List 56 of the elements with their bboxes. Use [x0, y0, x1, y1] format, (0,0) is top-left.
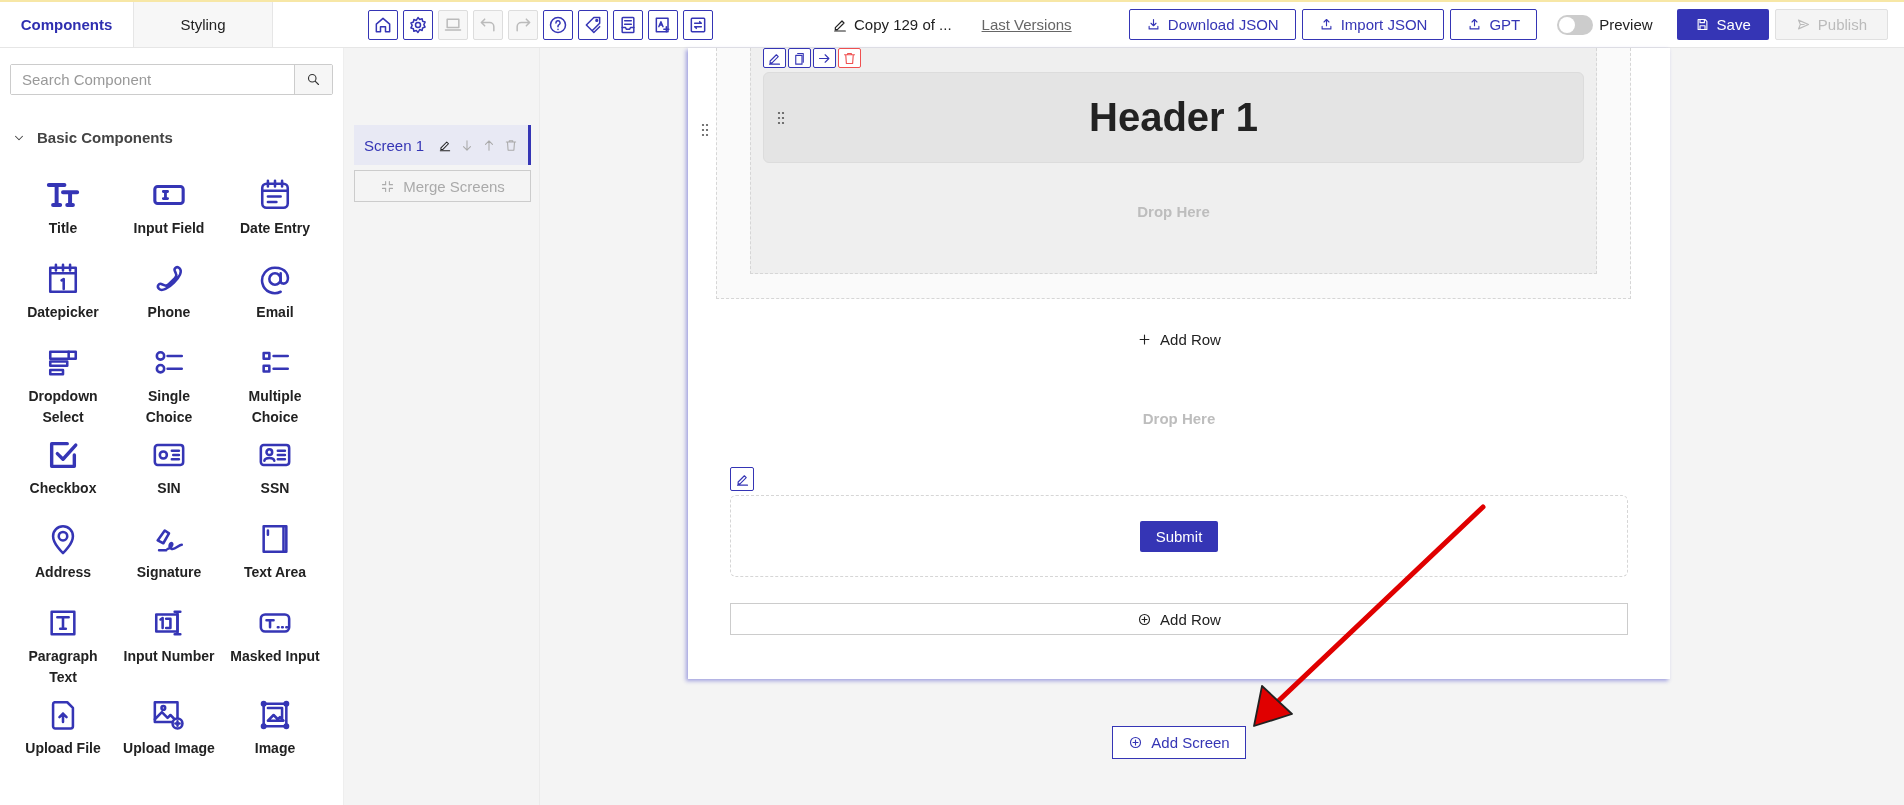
calendar-icon[interactable]	[46, 262, 80, 296]
screen-item[interactable]: Screen 1	[354, 125, 531, 165]
component-label[interactable]: Date Entry	[240, 218, 310, 239]
preview-toggle[interactable]	[1557, 14, 1594, 35]
document-title: Copy 129 of ...	[854, 16, 952, 33]
header-block[interactable]: Header 1	[763, 72, 1584, 163]
header-text: Header 1	[1088, 95, 1259, 140]
image-add-icon[interactable]	[152, 698, 186, 732]
download-icon[interactable]	[1145, 17, 1161, 32]
component-label[interactable]: Phone	[147, 302, 191, 323]
component-label[interactable]: Input Number	[123, 646, 215, 667]
component-label[interactable]: Upload Image	[123, 738, 215, 759]
sidebar-tab[interactable]: Styling	[134, 2, 273, 47]
drop-zone-hint: Drop Here	[1142, 410, 1216, 427]
component-label[interactable]: Input Field	[133, 218, 205, 239]
screen-name[interactable]: Screen 1	[364, 136, 425, 154]
download-button[interactable]: Download JSON	[1128, 9, 1296, 40]
plus-circle-icon[interactable]	[1128, 735, 1144, 750]
plus-icon[interactable]	[1137, 332, 1153, 347]
upload-button[interactable]: GPT	[1450, 9, 1538, 40]
save-button[interactable]: Save	[1676, 9, 1769, 40]
search-button[interactable]	[294, 65, 332, 94]
component-label[interactable]: Masked Input	[230, 646, 320, 667]
component-label[interactable]: Address	[35, 562, 91, 583]
component-label[interactable]: SIN	[157, 478, 181, 499]
component-label[interactable]: Upload File	[25, 738, 101, 759]
drag-handle-icon[interactable]	[700, 122, 710, 138]
upload-button[interactable]: Import JSON	[1301, 9, 1445, 40]
component-label[interactable]: Title	[48, 218, 78, 239]
calendar-icon[interactable]	[258, 178, 292, 212]
search-field[interactable]: Search Component	[10, 64, 333, 95]
component-label[interactable]: SSN	[260, 478, 290, 499]
plus-circle-icon[interactable]	[1137, 611, 1153, 627]
component-label[interactable]: Paragraph Text	[17, 646, 109, 688]
component-label[interactable]: Checkbox	[29, 478, 97, 499]
section-title: Basic Components	[37, 129, 173, 146]
preview-label: Preview	[1599, 16, 1653, 33]
image-frame-icon[interactable]	[258, 698, 292, 732]
add-row-button[interactable]: Add Row	[730, 603, 1628, 635]
component-label[interactable]: Image	[254, 738, 296, 759]
component-label[interactable]: Dropdown Select	[17, 386, 109, 428]
component-label[interactable]: Single Choice	[123, 386, 215, 428]
component-label[interactable]: Text Area	[243, 562, 307, 583]
component-label[interactable]: Datepicker	[27, 302, 99, 323]
save-icon[interactable]	[1694, 17, 1710, 32]
component-label[interactable]: Email	[256, 302, 294, 323]
upload-icon[interactable]	[1467, 17, 1483, 32]
drag-handle-icon[interactable]	[776, 109, 786, 126]
search-icon[interactable]	[306, 72, 321, 87]
add-screen-button[interactable]: Add Screen	[1112, 726, 1246, 759]
upload-icon[interactable]	[1318, 17, 1334, 32]
last-versions-link[interactable]: Last Versions	[981, 16, 1072, 33]
component-label[interactable]: Signature	[136, 562, 202, 583]
add-row-button[interactable]: Add Row	[1133, 327, 1225, 352]
submit-button[interactable]: Submit	[1139, 520, 1219, 552]
component-label[interactable]: Multiple Choice	[229, 386, 321, 428]
